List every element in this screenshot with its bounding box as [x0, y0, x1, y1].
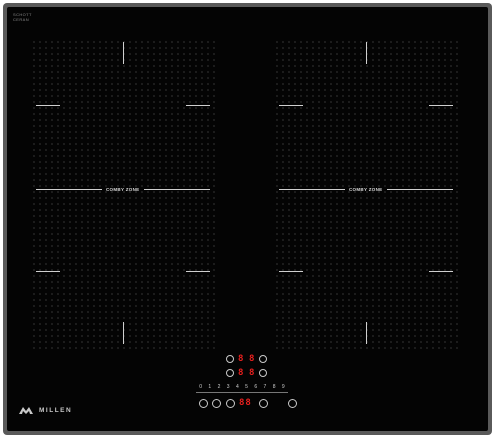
left-zone-bottom-divider — [123, 322, 124, 344]
scale-number-1[interactable]: 1 — [205, 384, 214, 390]
right-zone-lower-left-tick — [279, 271, 303, 272]
zone-select-left-front-icon[interactable] — [226, 355, 234, 363]
right-zone-center-right-line — [387, 189, 453, 190]
zone-display-front-right: 8 — [249, 354, 256, 364]
right-zone-center-left-line — [279, 189, 345, 190]
right-cooking-zone[interactable]: COMBY ZONE — [273, 38, 459, 350]
zone-display-rear-right: 8 — [249, 368, 256, 378]
right-zone-lower-right-tick — [429, 271, 453, 272]
logo-text: MILLEN — [39, 406, 73, 414]
left-zone-center-right-line — [144, 189, 210, 190]
zone-select-right-front-icon[interactable] — [259, 355, 267, 363]
power-button-icon[interactable] — [288, 399, 297, 408]
right-zone-top-divider — [366, 42, 367, 64]
scale-number-4[interactable]: 4 — [233, 384, 242, 390]
zone-select-right-rear-icon[interactable] — [259, 369, 267, 377]
zone-display-front-left: 8 — [238, 354, 245, 364]
lock-button-icon[interactable] — [199, 399, 208, 408]
right-zone-label: COMBY ZONE — [349, 187, 383, 192]
scale-number-2[interactable]: 2 — [214, 384, 223, 390]
scale-number-3[interactable]: 3 — [224, 384, 233, 390]
power-slider[interactable] — [196, 392, 288, 393]
timer-display: 88 — [239, 398, 252, 408]
scale-number-7[interactable]: 7 — [260, 384, 269, 390]
left-zone-upper-left-tick — [36, 105, 60, 106]
right-zone-upper-right-tick — [429, 105, 453, 106]
right-zone-dots — [276, 41, 458, 349]
right-zone-bottom-divider — [366, 322, 367, 344]
brand-line-2: CERAN — [13, 17, 30, 22]
scale-number-6[interactable]: 6 — [251, 384, 260, 390]
timer-button-icon[interactable] — [226, 399, 235, 408]
left-zone-dots — [33, 41, 215, 349]
scale-number-9[interactable]: 9 — [279, 384, 288, 390]
left-zone-label: COMBY ZONE — [106, 187, 140, 192]
zone-display-rear-left: 8 — [238, 368, 245, 378]
boost-button-icon[interactable] — [259, 399, 268, 408]
scale-number-8[interactable]: 8 — [270, 384, 279, 390]
scale-number-0[interactable]: 0 — [196, 384, 205, 390]
left-zone-lower-left-tick — [36, 271, 60, 272]
millen-logo-icon — [19, 407, 33, 414]
scale-number-5[interactable]: 5 — [242, 384, 251, 390]
power-slider-scale: 0123456789 — [196, 384, 288, 390]
zone-select-left-rear-icon[interactable] — [226, 369, 234, 377]
millen-logo: MILLEN — [19, 406, 72, 414]
left-zone-center-left-line — [36, 189, 102, 190]
left-cooking-zone[interactable]: COMBY ZONE — [30, 38, 216, 350]
schott-ceran-mark: SCHOTT CERAN — [13, 12, 32, 22]
left-zone-upper-right-tick — [186, 105, 210, 106]
left-zone-top-divider — [123, 42, 124, 64]
pause-button-icon[interactable] — [212, 399, 221, 408]
right-zone-upper-left-tick — [279, 105, 303, 106]
left-zone-lower-right-tick — [186, 271, 210, 272]
